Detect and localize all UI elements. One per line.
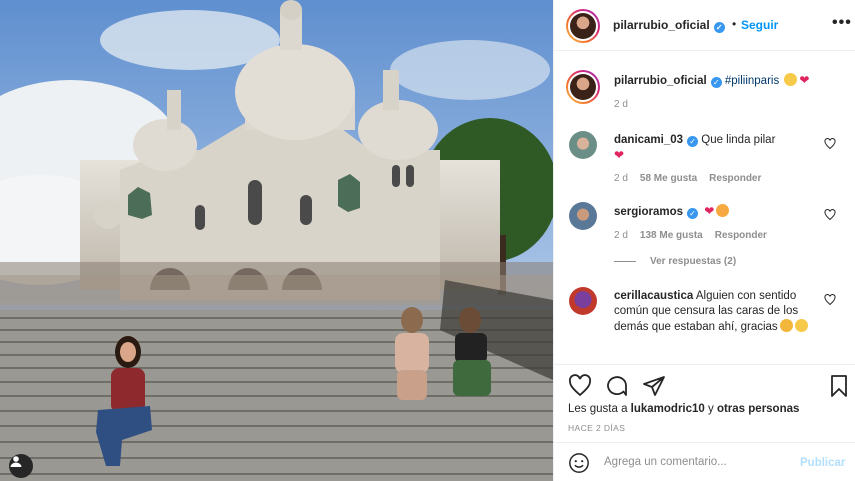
reply-button[interactable]: Responder (709, 173, 761, 184)
comment-time: 2 d (614, 230, 628, 241)
comment-meta: 2 d 58 Me gusta Responder (614, 173, 773, 184)
red-heart-emoji-icon: ❤ (704, 204, 715, 218)
share-icon[interactable] (642, 374, 666, 398)
comment-likes-count[interactable]: 58 Me gusta (640, 173, 697, 184)
comment-like-heart-icon[interactable] (824, 138, 836, 150)
basilica-photo (0, 0, 553, 481)
caption-author-avatar[interactable] (566, 70, 600, 104)
emoji-smile-icon[interactable] (568, 452, 590, 474)
author-username[interactable]: pilarrubio_oficial ✓ (613, 18, 725, 33)
comment-cerillacaustica: cerillacaustica Alguien con sentido comú… (614, 289, 824, 335)
post-actions: Les gusta a lukamodric10 y otras persona… (554, 364, 855, 442)
caption-username[interactable]: pilarrubio_oficial (614, 75, 707, 87)
comments-list[interactable]: pilarrubio_oficial ✓ #piliinparis ❤ 2 d d… (554, 52, 855, 364)
caption-meta: 2 d (614, 99, 640, 110)
comment-meta: 2 d 138 Me gusta Responder (614, 230, 779, 241)
liked-by-others-link[interactable]: otras personas (717, 403, 799, 415)
likes-summary: Les gusta a lukamodric10 y otras persona… (568, 403, 800, 415)
star-eyes-emoji-icon (716, 204, 730, 217)
author-avatar[interactable] (566, 9, 600, 43)
comment-username[interactable]: sergioramos (614, 206, 683, 218)
caption: pilarrubio_oficial ✓ #piliinparis ❤ (614, 73, 824, 89)
post-photo[interactable] (0, 0, 553, 481)
grinning-tongue-emoji-icon (784, 73, 798, 86)
bookmark-icon[interactable] (827, 374, 851, 398)
comment-danicami: danicami_03 ✓ Que linda pilar ❤ (614, 133, 824, 164)
comment-avatar-cerillacaustica[interactable] (569, 287, 597, 315)
add-comment-bar: Publicar (554, 442, 855, 481)
follow-button[interactable]: Seguir (741, 18, 778, 32)
comment-username[interactable]: cerillacaustica (614, 290, 693, 302)
caption-time: 2 d (614, 99, 628, 110)
more-options-icon[interactable]: ••• (832, 14, 852, 32)
verified-badge-icon: ✓ (687, 208, 699, 219)
publish-button[interactable]: Publicar (800, 457, 845, 469)
comment-likes-count[interactable]: 138 Me gusta (640, 230, 703, 241)
comment-text: Que linda pilar (701, 134, 776, 146)
comment-avatar-sergioramos[interactable] (569, 202, 597, 230)
view-replies-button[interactable]: Ver respuestas (2) (614, 256, 736, 267)
comment-time: 2 d (614, 173, 628, 184)
post-date: HACE 2 DÍAS (568, 423, 626, 433)
user-tag-icon (10, 456, 22, 467)
replies-divider (614, 260, 636, 262)
hashtag-link[interactable]: #piliinparis (725, 75, 779, 87)
comment-avatar-danicami[interactable] (569, 131, 597, 159)
user-tag-button[interactable] (9, 454, 33, 478)
header-separator: • (732, 17, 737, 31)
verified-badge-icon: ✓ (713, 22, 725, 33)
grinning-sweat-emoji-icon (794, 319, 808, 332)
post-side-panel: pilarrubio_oficial ✓ • Seguir ••• pilarru… (553, 0, 855, 481)
red-heart-emoji-icon: ❤ (614, 148, 625, 162)
comment-sergioramos: sergioramos ✓ ❤ (614, 204, 824, 220)
liked-by-user-link[interactable]: lukamodric10 (631, 403, 705, 415)
reply-button[interactable]: Responder (715, 230, 767, 241)
red-heart-emoji-icon: ❤ (799, 73, 810, 87)
post-header: pilarrubio_oficial ✓ • Seguir ••• (554, 0, 855, 51)
verified-badge-icon: ✓ (687, 136, 699, 147)
comment-icon[interactable] (605, 374, 629, 398)
comment-like-heart-icon[interactable] (824, 294, 836, 306)
comment-input[interactable] (604, 451, 789, 473)
heart-icon[interactable] (568, 374, 592, 398)
comment-username[interactable]: danicami_03 (614, 134, 683, 146)
clapping-hands-emoji-icon (779, 319, 793, 332)
verified-badge-icon: ✓ (710, 77, 722, 88)
comment-like-heart-icon[interactable] (824, 209, 836, 221)
